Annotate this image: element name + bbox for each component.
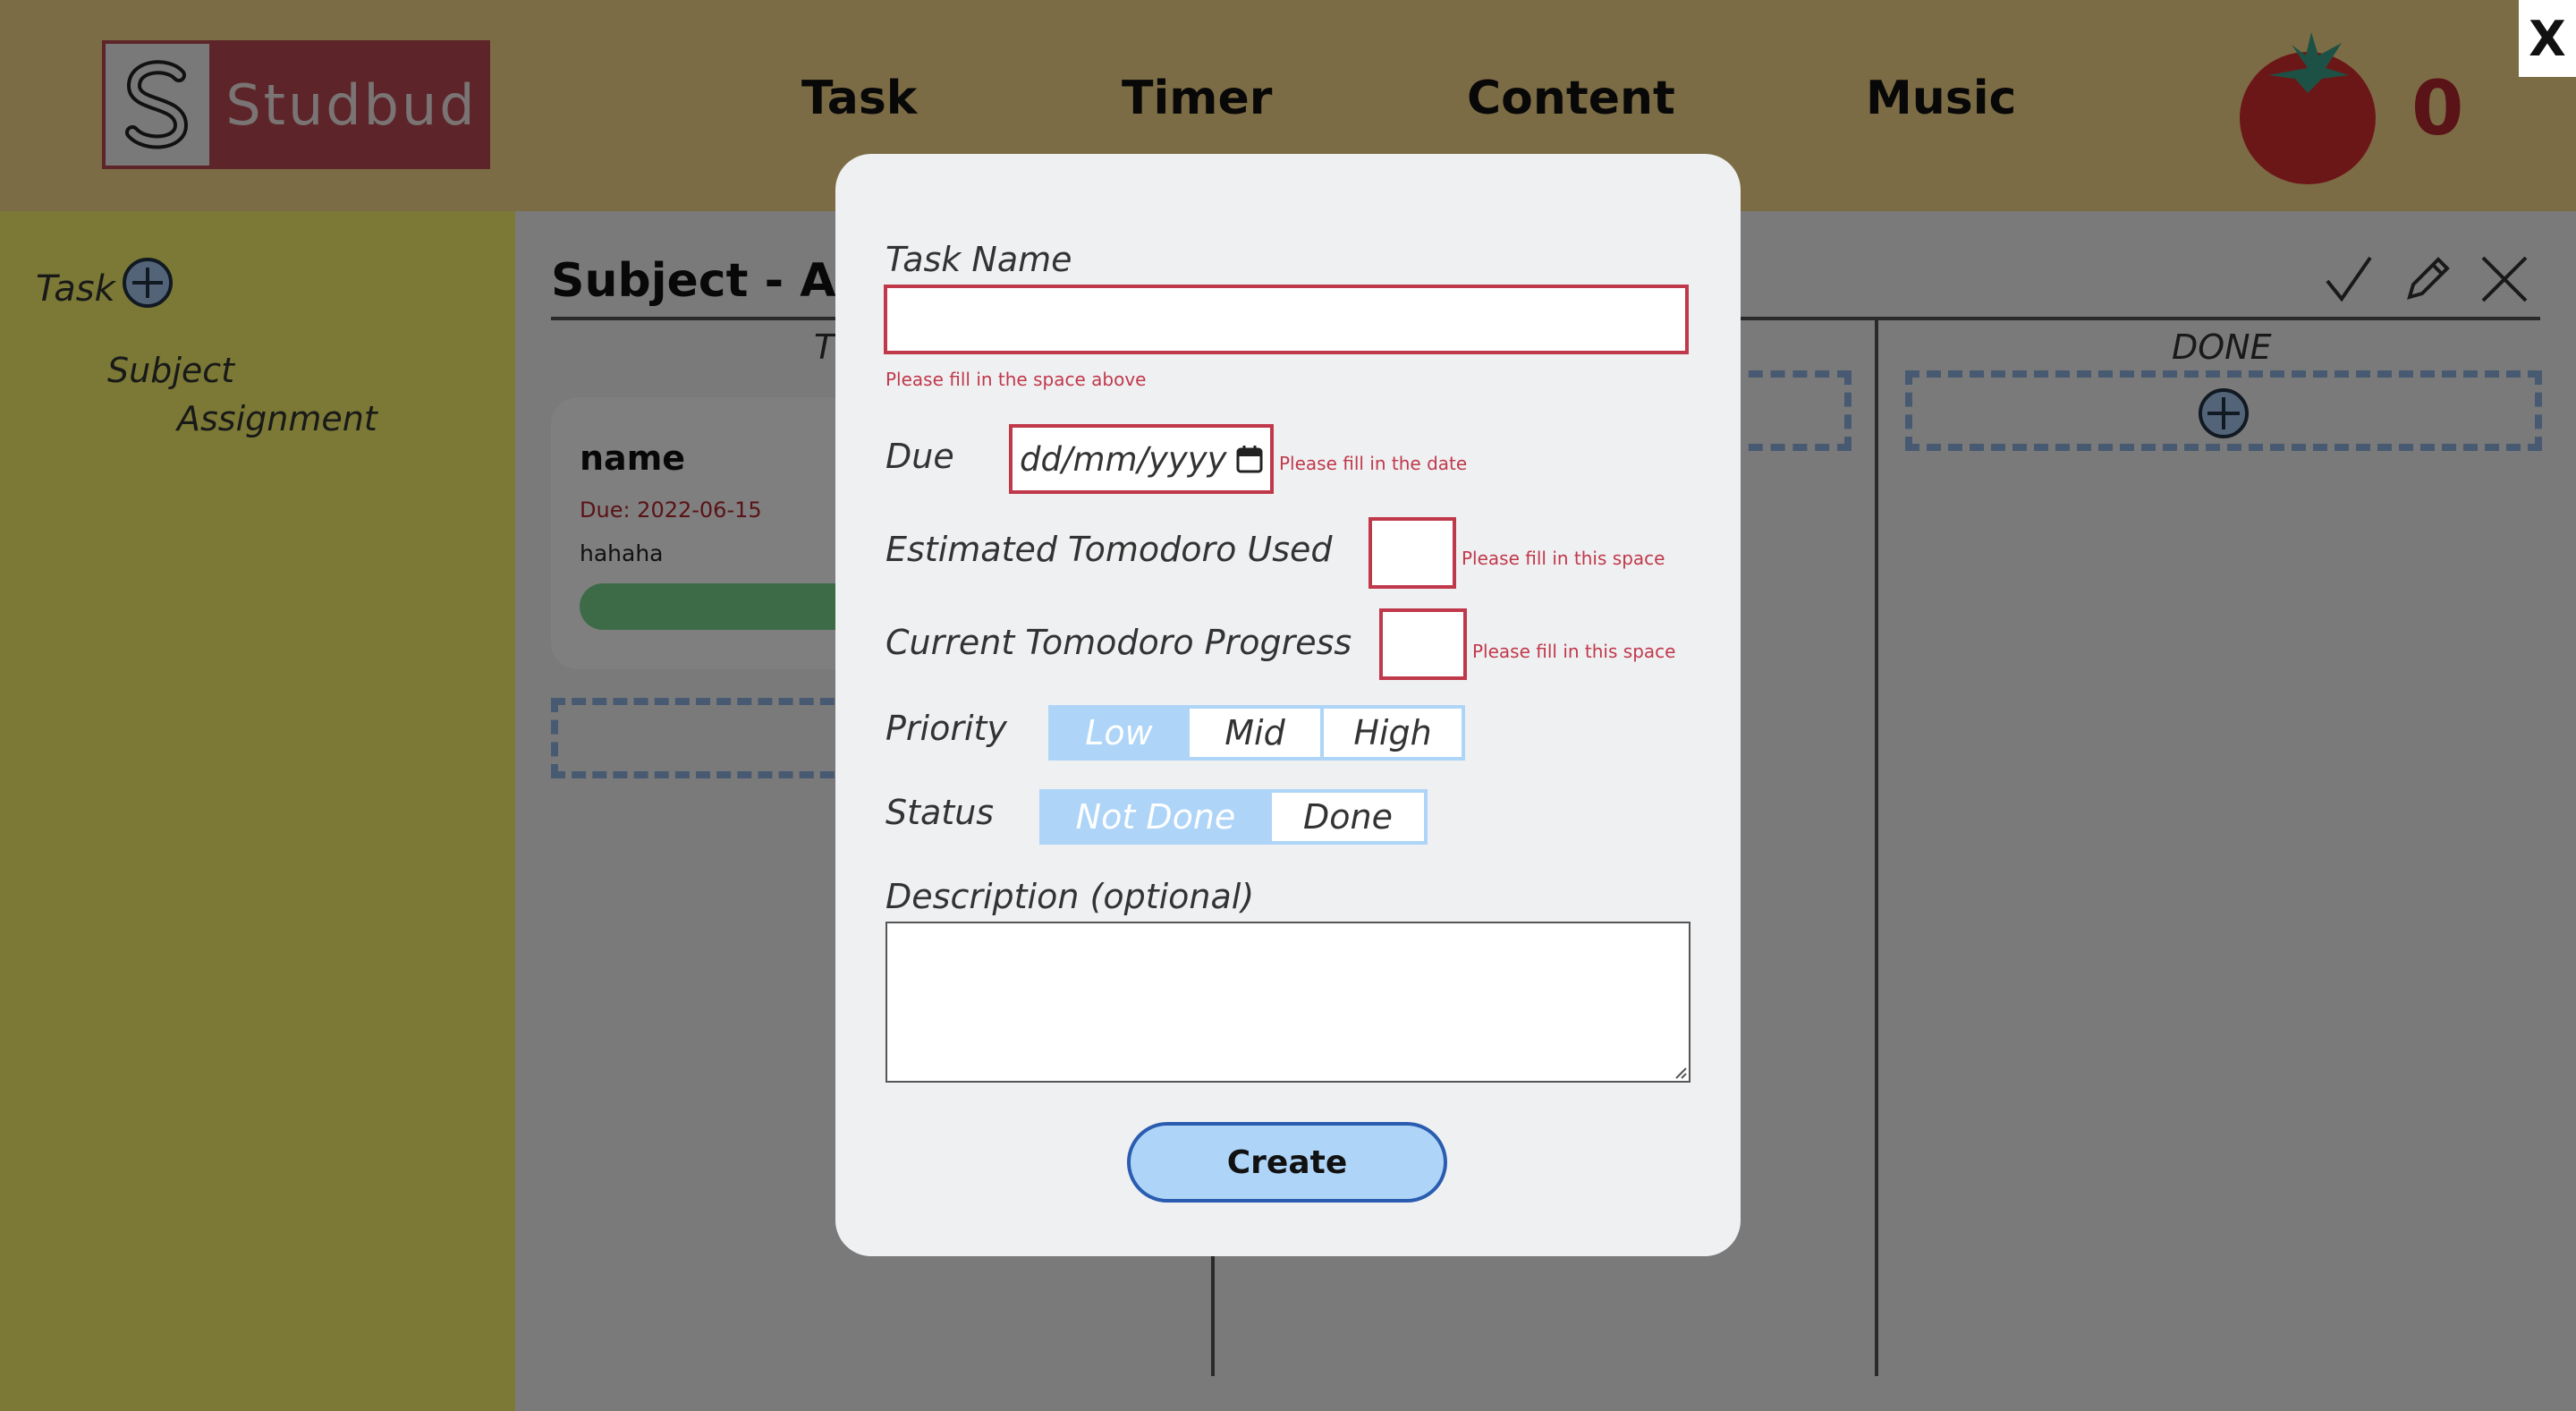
due-date-error: Please fill in the date (1279, 453, 1468, 474)
current-tomodoro-error: Please fill in this space (1472, 641, 1676, 662)
status-selector: Not Done Done (1039, 789, 1428, 845)
due-date-placeholder: dd/mm/yyyy (1020, 439, 1227, 479)
task-name-label: Task Name (886, 240, 1072, 279)
status-not-done-option[interactable]: Not Done (1043, 793, 1268, 841)
status-done-option[interactable]: Done (1268, 793, 1424, 841)
status-label: Status (886, 793, 995, 832)
estimated-tomodoro-label: Estimated Tomodoro Used (886, 530, 1333, 569)
description-textarea[interactable] (886, 922, 1690, 1083)
due-label: Due (886, 437, 954, 476)
task-name-error: Please fill in the space above (886, 369, 1147, 390)
estimated-tomodoro-error: Please fill in this space (1462, 548, 1665, 569)
task-name-input[interactable] (884, 285, 1689, 354)
priority-selector: Low Mid High (1048, 705, 1465, 761)
create-button[interactable]: Create (1127, 1122, 1447, 1203)
priority-label: Priority (886, 709, 1007, 748)
current-tomodoro-input[interactable] (1379, 608, 1467, 680)
create-task-modal: Task Name Please fill in the space above… (835, 154, 1741, 1256)
description-label: Description (optional) (886, 877, 1255, 916)
priority-mid-option[interactable]: Mid (1186, 709, 1320, 757)
close-modal-button[interactable]: X (2519, 0, 2576, 77)
resize-handle-icon[interactable] (1673, 1065, 1687, 1079)
current-tomodoro-label: Current Tomodoro Progress (886, 623, 1352, 662)
calendar-icon[interactable] (1236, 445, 1263, 473)
due-date-input[interactable]: dd/mm/yyyy (1009, 424, 1274, 494)
estimated-tomodoro-input[interactable] (1368, 517, 1456, 589)
priority-low-option[interactable]: Low (1052, 709, 1186, 757)
priority-high-option[interactable]: High (1320, 709, 1462, 757)
